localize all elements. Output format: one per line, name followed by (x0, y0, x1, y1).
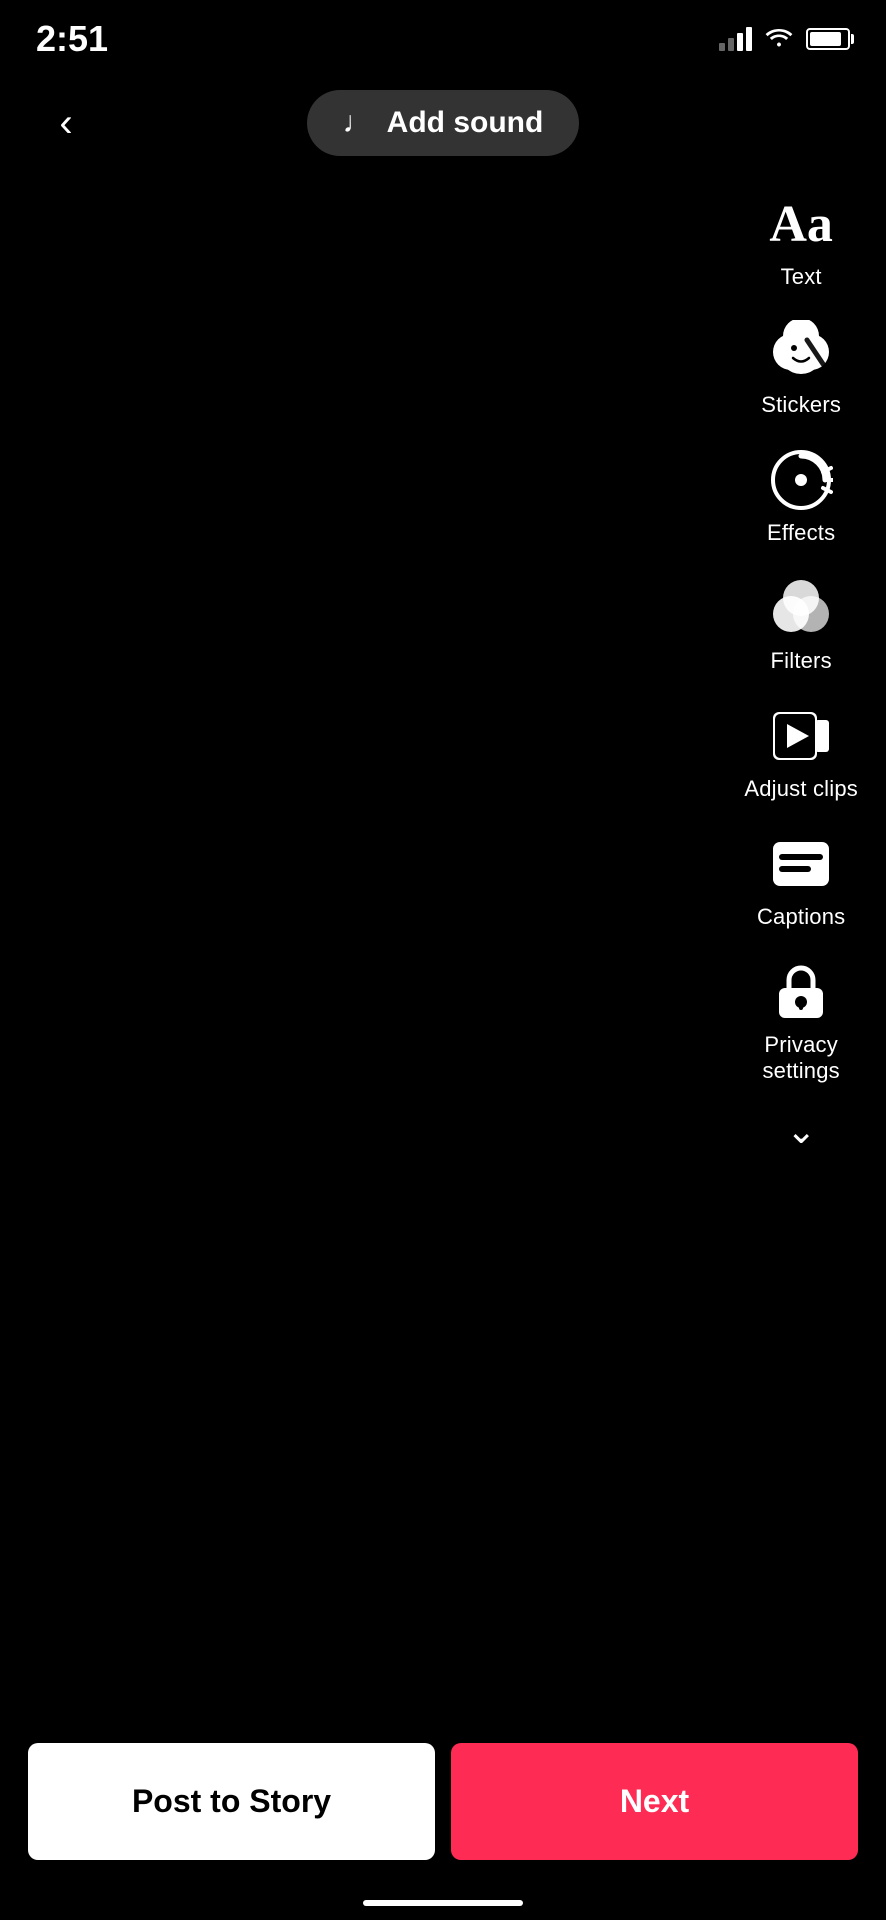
signal-icon (719, 27, 752, 51)
back-button[interactable]: ‹ (36, 93, 96, 153)
filters-tool[interactable]: Filters (756, 564, 846, 684)
captions-icon (767, 830, 835, 898)
privacy-settings-tool-label: Privacy settings (762, 1032, 839, 1084)
add-sound-label: Add sound (387, 106, 544, 140)
captions-tool-label: Captions (757, 904, 845, 930)
filters-icon (767, 574, 835, 642)
wifi-icon (764, 24, 794, 55)
effects-tool[interactable]: Effects (756, 436, 846, 556)
stickers-tool-label: Stickers (761, 392, 841, 418)
adjust-clips-icon (767, 702, 835, 770)
text-tool-label: Text (781, 264, 822, 290)
home-indicator (363, 1900, 523, 1906)
music-note-icon: ♩ (343, 106, 373, 140)
bottom-buttons: Post to Story Next (0, 1743, 886, 1860)
captions-tool[interactable]: Captions (749, 820, 853, 940)
filters-tool-label: Filters (771, 648, 832, 674)
status-time: 2:51 (36, 18, 108, 60)
top-toolbar: ‹ ♩ Add sound (0, 70, 886, 176)
text-icon: Aa (767, 190, 835, 258)
status-bar: 2:51 (0, 0, 886, 70)
chevron-down-icon: ⌄ (786, 1110, 816, 1152)
effects-tool-label: Effects (767, 520, 835, 546)
stickers-icon (767, 318, 835, 386)
more-tools-button[interactable]: ⌄ (756, 1102, 846, 1160)
status-icons (719, 24, 850, 55)
add-sound-button[interactable]: ♩ Add sound (307, 90, 580, 156)
adjust-clips-tool[interactable]: Adjust clips (736, 692, 866, 812)
text-tool[interactable]: Aa Text (756, 180, 846, 300)
next-button[interactable]: Next (451, 1743, 858, 1860)
right-sidebar: Aa Text Stickers (736, 180, 866, 1160)
privacy-icon (767, 958, 835, 1026)
privacy-settings-tool[interactable]: Privacy settings (754, 948, 847, 1094)
battery-icon (806, 28, 850, 50)
effects-icon (767, 446, 835, 514)
post-to-story-button[interactable]: Post to Story (28, 1743, 435, 1860)
adjust-clips-tool-label: Adjust clips (744, 776, 858, 802)
stickers-tool[interactable]: Stickers (753, 308, 849, 428)
back-icon: ‹ (59, 101, 72, 146)
